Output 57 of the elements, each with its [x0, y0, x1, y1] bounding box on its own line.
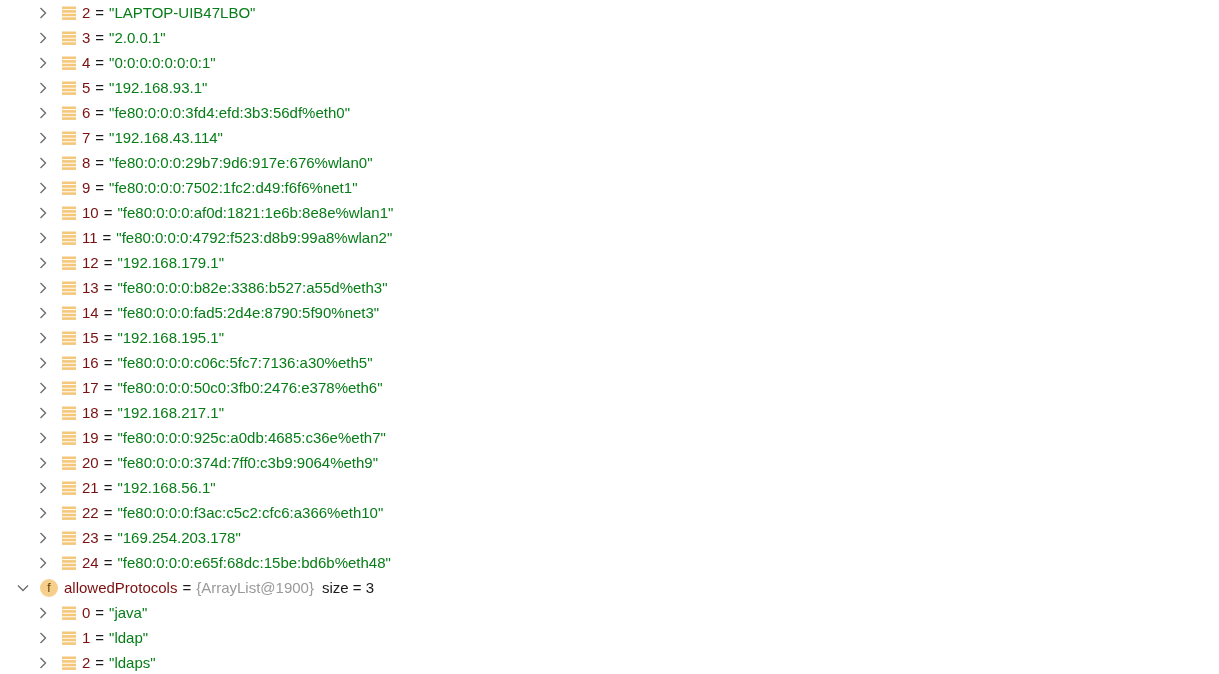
- array-element-text: 3 = "2.0.0.1": [82, 29, 166, 46]
- field-size: size = 3: [321, 579, 375, 596]
- array-element-icon: [62, 30, 76, 45]
- array-element-text: 18 = "192.168.217.1": [82, 404, 225, 421]
- array-element-icon: [62, 480, 76, 495]
- array-element-text: 17 = "fe80:0:0:0:50c0:3fb0:2476:e378%eth6": [82, 379, 383, 396]
- array-element-text: 14 = "fe80:0:0:0:fad5:2d4e:8790:5f90%net3": [82, 304, 380, 321]
- field-name: allowedProtocols: [64, 579, 178, 596]
- array-element-icon: [62, 505, 76, 520]
- array-element-text: 10 = "fe80:0:0:0:af0d:1821:1e6b:8e8e%wlan1": [82, 204, 394, 221]
- array-element-icon: [62, 305, 76, 320]
- array-element-icon: [62, 530, 76, 545]
- array-element-icon: [62, 105, 76, 120]
- array-element-text: 5 = "192.168.93.1": [82, 79, 208, 96]
- array-element-text: 24 = "fe80:0:0:0:e65f:68dc:15be:bd6b%eth48": [82, 554, 391, 571]
- array-element-text: 6 = "fe80:0:0:0:3fd4:efd:3b3:56df%eth0": [82, 104, 350, 121]
- array-element-text: 22 = "fe80:0:0:0:f3ac:c5c2:cfc6:a366%eth10": [82, 504, 384, 521]
- array-element-text: 4 = "0:0:0:0:0:0:0:1": [82, 54, 216, 71]
- array-element-text: 7 = "192.168.43.114": [82, 129, 223, 146]
- array-element-icon: [62, 605, 76, 620]
- array-element-text: 2 = "ldaps": [82, 654, 156, 671]
- array-element-icon: [62, 355, 76, 370]
- array-element-icon: [62, 130, 76, 145]
- array-element-icon: [62, 155, 76, 170]
- array-element-text: 16 = "fe80:0:0:0:c06c:5fc7:7136:a30%eth5": [82, 354, 373, 371]
- array-element-text: 9 = "fe80:0:0:0:7502:1fc2:d49:f6f6%net1": [82, 179, 358, 196]
- array-element-icon: [62, 280, 76, 295]
- array-element-text: 0 = "java": [82, 604, 148, 621]
- array-element-icon: [62, 80, 76, 95]
- equals-sign: =: [182, 579, 192, 596]
- array-element-icon: [62, 55, 76, 70]
- array-element-text: 1 = "ldap": [82, 629, 149, 646]
- array-element-text: 15 = "192.168.195.1": [82, 329, 225, 346]
- array-element-text: 13 = "fe80:0:0:0:b82e:3386:b527:a55d%eth3": [82, 279, 388, 296]
- array-element-icon: [62, 330, 76, 345]
- array-element-text: 19 = "fe80:0:0:0:925c:a0db:4685:c36e%eth7": [82, 429, 386, 446]
- array-element-text: 2 = "LAPTOP-UIB47LBO": [82, 4, 256, 21]
- array-element-text: 20 = "fe80:0:0:0:374d:7ff0:c3b9:9064%eth9": [82, 454, 379, 471]
- array-element-icon: [62, 405, 76, 420]
- array-element-text: 8 = "fe80:0:0:0:29b7:9d6:917e:676%wlan0": [82, 154, 373, 171]
- array-element-icon: [62, 455, 76, 470]
- array-element-icon: [62, 205, 76, 220]
- array-element-icon: [62, 180, 76, 195]
- field-icon: f: [40, 578, 58, 597]
- array-element-text: 21 = "192.168.56.1": [82, 479, 216, 496]
- array-element-text: 11 = "fe80:0:0:0:4792:f523:d8b9:99a8%wlan2": [82, 229, 393, 246]
- array-element-icon: [62, 430, 76, 445]
- array-element-icon: [62, 630, 76, 645]
- array-element-text: 12 = "192.168.179.1": [82, 254, 225, 271]
- array-element-icon: [62, 5, 76, 20]
- array-element-icon: [62, 380, 76, 395]
- array-element-text: 23 = "169.254.203.178": [82, 529, 241, 546]
- array-element-icon: [62, 555, 76, 570]
- array-element-icon: [62, 230, 76, 245]
- field-type: {ArrayList@1900}: [196, 579, 314, 596]
- array-element-icon: [62, 655, 76, 670]
- array-element-icon: [62, 255, 76, 270]
